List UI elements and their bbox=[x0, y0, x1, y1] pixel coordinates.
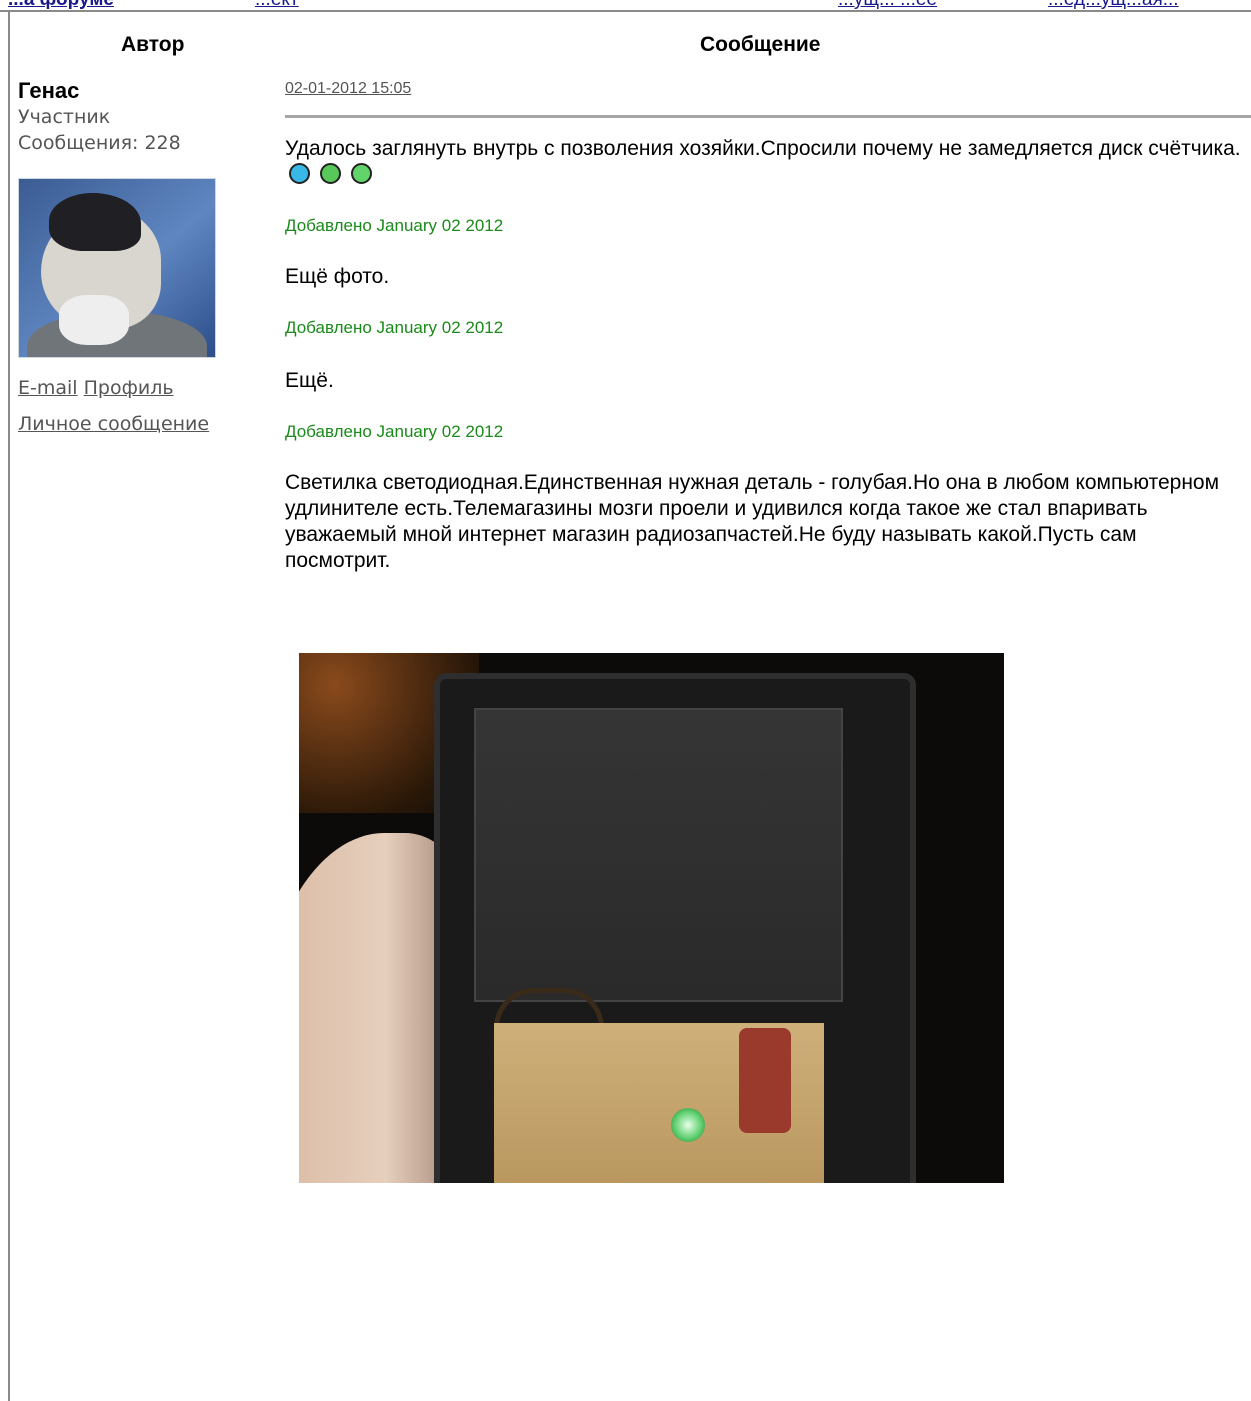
wink-smiley-icon bbox=[350, 163, 372, 184]
author-name: Генас bbox=[18, 78, 80, 103]
sad-smiley-icon bbox=[289, 163, 310, 184]
post-divider bbox=[285, 115, 1251, 118]
post-paragraph-1: Удалось заглянуть внутрь с позволения хо… bbox=[285, 136, 1251, 188]
photo-transformer-block bbox=[474, 708, 843, 1002]
added-note-1: Добавлено January 02 2012 bbox=[285, 216, 504, 235]
post-paragraph-2: Ещё фото. bbox=[285, 265, 390, 288]
author-role: Участник bbox=[18, 106, 111, 128]
message-column-header: Сообщение bbox=[700, 33, 821, 56]
author-info-panel: Генас Участник Сообщения: 228 E-mail Про… bbox=[18, 78, 258, 442]
added-note-2: Добавлено January 02 2012 bbox=[285, 318, 504, 337]
avatar-cap-shape bbox=[49, 193, 141, 251]
post-paragraph-4: Светилка светодиодная.Единственная нужна… bbox=[285, 471, 1220, 572]
photo-led bbox=[671, 1108, 705, 1142]
author-links: E-mail Профиль Личное сообщение bbox=[18, 370, 258, 442]
author-profile-link[interactable]: Профиль bbox=[84, 377, 174, 399]
post-paragraph-3: Ещё. bbox=[285, 369, 334, 392]
author-post-count: Сообщения: 228 bbox=[18, 132, 181, 154]
photo-capacitor bbox=[739, 1028, 791, 1133]
post-date-link[interactable]: 02-01-2012 15:05 bbox=[285, 80, 411, 98]
post-body: 02-01-2012 15:05 Удалось заглянуть внутр… bbox=[285, 80, 1251, 574]
author-email-link[interactable]: E-mail bbox=[18, 377, 78, 399]
avatar bbox=[18, 178, 216, 358]
grin-smiley-icon bbox=[319, 163, 341, 184]
author-pm-link[interactable]: Личное сообщение bbox=[18, 413, 209, 435]
avatar-collar-shape bbox=[59, 295, 129, 345]
post-photo bbox=[299, 653, 1004, 1183]
added-note-3: Добавлено January 02 2012 bbox=[285, 422, 504, 441]
post-paragraph-1-text: Удалось заглянуть внутрь с позволения хо… bbox=[285, 137, 1241, 160]
author-column-header: Автор bbox=[121, 33, 185, 56]
